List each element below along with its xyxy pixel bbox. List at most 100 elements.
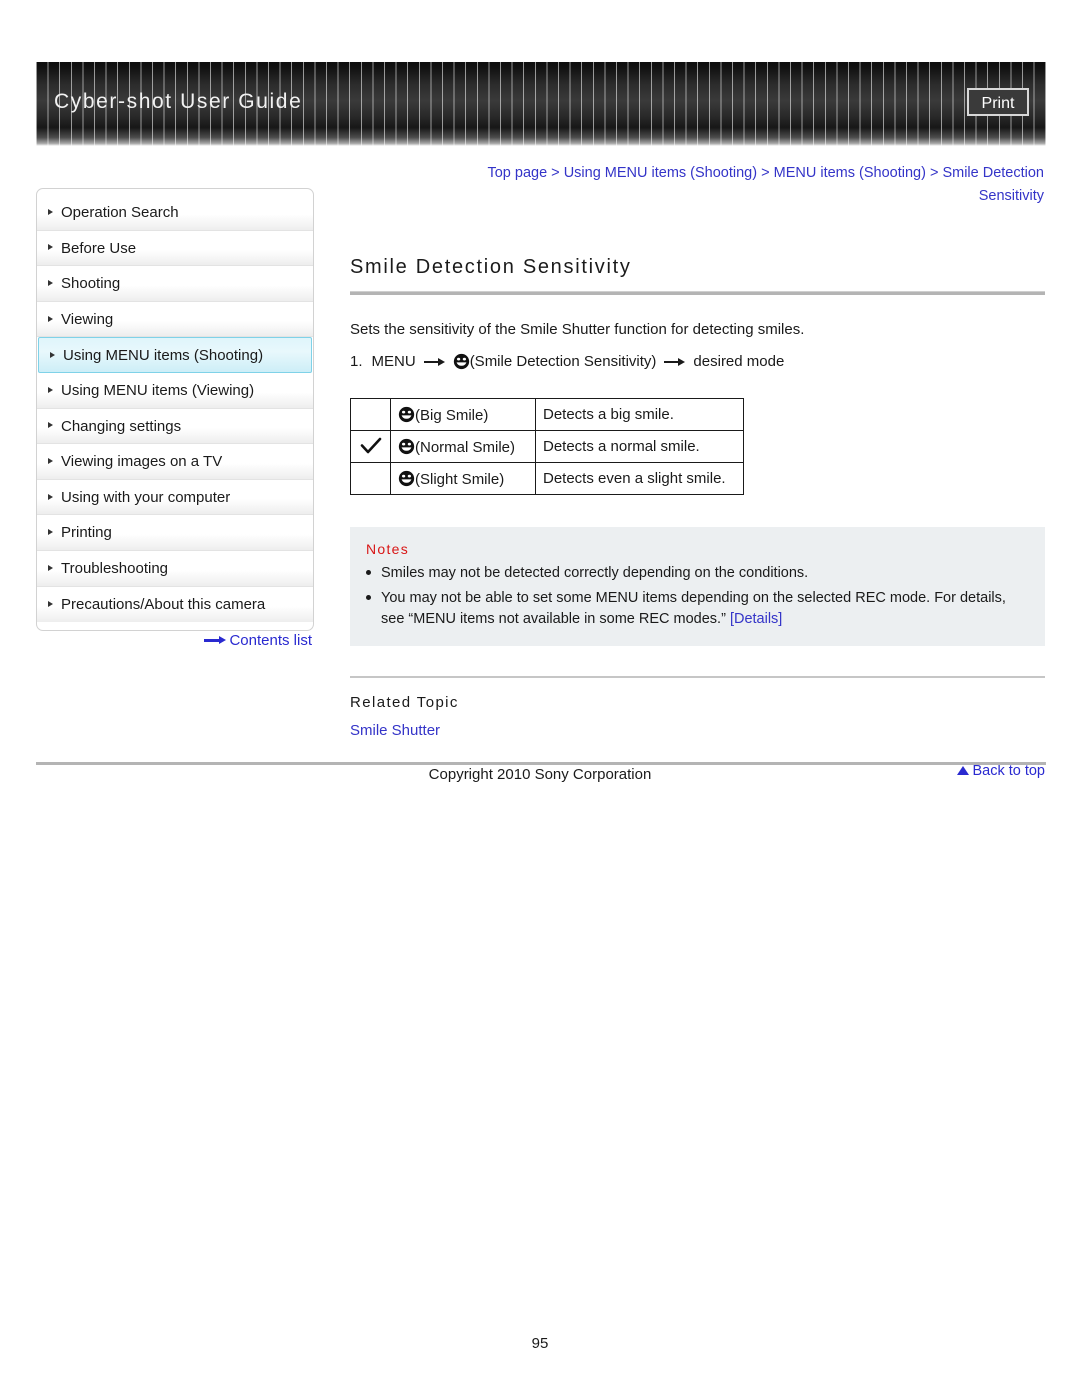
triangle-right-icon xyxy=(48,529,53,536)
table-row: (Slight Smile) Detects even a slight smil… xyxy=(350,462,744,495)
sidebar-item-label: Troubleshooting xyxy=(61,559,169,577)
sidebar-item-using-menu-items-viewing[interactable]: Using MENU items (Viewing) xyxy=(37,372,313,409)
mode-table: (Big Smile) Detects a big smile. (Normal S… xyxy=(350,398,744,495)
table-row: (Normal Smile) Detects a normal smile. xyxy=(350,430,744,463)
page-title: Smile Detection Sensitivity xyxy=(350,256,632,278)
notes-box: Notes Smiles may not be detected correct… xyxy=(350,527,1045,646)
sidebar-item-viewing[interactable]: Viewing xyxy=(37,301,313,338)
details-link[interactable]: [Details] xyxy=(730,611,782,627)
table-cell-empty xyxy=(350,398,391,431)
step-menu-label: MENU xyxy=(371,353,416,370)
title-divider xyxy=(350,291,1045,295)
breadcrumb-separator: > xyxy=(547,165,564,181)
triangle-right-icon xyxy=(48,244,53,251)
related-topic-title: Related Topic xyxy=(350,694,459,711)
site-header: Cyber-shot User Guide Print xyxy=(36,62,1046,146)
sidebar-item-label: Shooting xyxy=(61,275,121,293)
breadcrumb-item-top-page[interactable]: Top page xyxy=(487,165,547,181)
contents-list-label: Contents list xyxy=(229,632,312,649)
page-number: 95 xyxy=(531,1335,549,1352)
note-item: You may not be able to set some MENU ite… xyxy=(366,588,1029,630)
arrow-right-icon xyxy=(423,357,445,366)
triangle-right-icon xyxy=(48,564,53,571)
site-title: Cyber-shot User Guide xyxy=(54,90,303,113)
note-text-body: Smiles may not be detected correctly dep… xyxy=(381,565,809,581)
table-cell-mode-label: (Slight Smile) xyxy=(390,462,536,495)
smiley-icon xyxy=(453,353,470,370)
sidebar-item-label: Using MENU items (Shooting) xyxy=(63,347,264,365)
sidebar-item-label: Viewing xyxy=(61,310,114,328)
table-cell-description: Detects a normal smile. xyxy=(535,430,744,463)
bullet-icon xyxy=(366,588,381,630)
sidebar-item-label: Using with your computer xyxy=(61,488,231,506)
table-cell-mode-label-text: (Slight Smile) xyxy=(415,470,505,488)
triangle-right-icon xyxy=(50,351,55,358)
footer-divider xyxy=(36,762,1046,765)
print-button[interactable]: Print xyxy=(967,88,1029,116)
breadcrumb: Top page > Using MENU items (Shooting) >… xyxy=(350,162,1045,208)
sidebar-item-before-use[interactable]: Before Use xyxy=(37,230,313,267)
note-text: You may not be able to set some MENU ite… xyxy=(381,588,1029,630)
table-cell-description: Detects a big smile. xyxy=(535,398,744,431)
sidebar-item-label: Viewing images on a TV xyxy=(61,453,223,471)
sidebar-item-precautions-about-this-camera[interactable]: Precautions/About this camera xyxy=(37,586,313,623)
page-root: Cyber-shot User Guide Print Operation Se… xyxy=(0,0,1080,1397)
note-text: Smiles may not be detected correctly dep… xyxy=(381,563,1029,584)
contents-list-link[interactable]: Contents list xyxy=(36,632,314,649)
triangle-right-icon xyxy=(48,600,53,607)
sidebar-item-changing-settings[interactable]: Changing settings xyxy=(37,408,313,445)
check-icon xyxy=(360,437,382,455)
sidebar-item-shooting[interactable]: Shooting xyxy=(37,266,313,302)
related-divider xyxy=(350,676,1045,678)
triangle-right-icon xyxy=(48,279,53,286)
arrow-right-icon xyxy=(664,357,686,366)
table-cell-mode-label-text: (Normal Smile) xyxy=(415,438,516,456)
triangle-right-icon xyxy=(48,457,53,464)
sidebar-item-viewing-images-on-a-tv[interactable]: Viewing images on a TV xyxy=(37,444,313,480)
sidebar-item-label: Operation Search xyxy=(61,204,179,221)
triangle-right-icon xyxy=(48,422,53,429)
related-topic-link[interactable]: Smile Shutter xyxy=(350,722,1045,739)
sidebar-item-using-menu-items-shooting[interactable]: Using MENU items (Shooting) xyxy=(38,337,312,373)
sidebar-item-label: Precautions/About this camera xyxy=(61,595,266,613)
table-cell-mode-label-text: (Big Smile) xyxy=(415,406,489,424)
check-icon xyxy=(350,430,391,463)
intro-paragraph: Sets the sensitivity of the Smile Shutte… xyxy=(350,321,805,338)
step-instruction: 1. MENU (Smile Detection Sensitivity) de… xyxy=(350,353,1045,370)
triangle-right-icon xyxy=(48,493,53,500)
table-cell-description: Detects even a slight smile. xyxy=(535,462,744,495)
sidebar-item-operation-search[interactable]: Operation Search xyxy=(37,195,313,231)
breadcrumb-separator: > xyxy=(757,165,774,181)
sidebar-item-printing[interactable]: Printing xyxy=(37,515,313,551)
sidebar-item-troubleshooting[interactable]: Troubleshooting xyxy=(37,550,313,587)
table-cell-empty xyxy=(350,462,391,495)
breadcrumb-item-menu-items-shooting[interactable]: MENU items (Shooting) xyxy=(774,165,926,181)
triangle-right-icon xyxy=(48,386,53,393)
breadcrumb-separator: > xyxy=(925,165,943,181)
sidebar-item-label: Using MENU items (Viewing) xyxy=(61,381,255,399)
triangle-right-icon xyxy=(48,315,53,322)
note-text-body: You may not be able to set some MENU ite… xyxy=(381,590,1006,627)
table-cell-mode-label: (Normal Smile) xyxy=(390,430,536,463)
smiley-icon xyxy=(398,470,415,487)
sidebar-item-using-with-your-computer[interactable]: Using with your computer xyxy=(37,479,313,516)
sidebar-nav: Operation Search Before Use Shooting Viewin… xyxy=(36,188,314,632)
bullet-icon xyxy=(366,563,381,584)
step-number: 1. xyxy=(350,353,363,370)
notes-title: Notes xyxy=(366,541,410,557)
triangle-right-icon xyxy=(48,208,53,215)
arrow-right-icon xyxy=(204,635,227,645)
breadcrumb-item-current-wrap: Sensitivity xyxy=(978,188,1044,204)
table-row: (Big Smile) Detects a big smile. xyxy=(350,398,744,431)
copyright-text: Copyright 2010 Sony Corporation xyxy=(428,766,652,783)
smiley-icon xyxy=(398,406,415,423)
step-paren-label: (Smile Detection Sensitivity) xyxy=(469,353,657,370)
step-tail-label: desired mode xyxy=(693,353,785,370)
sidebar-item-label: Printing xyxy=(61,524,112,542)
breadcrumb-item-current: Smile Detection xyxy=(942,165,1044,181)
smiley-icon xyxy=(398,438,415,455)
main-content: Top page > Using MENU items (Shooting) >… xyxy=(350,162,1045,779)
table-cell-mode-label: (Big Smile) xyxy=(390,398,536,431)
breadcrumb-item-using-menu-items-shooting[interactable]: Using MENU items (Shooting) xyxy=(564,165,757,181)
sidebar-item-label: Before Use xyxy=(61,239,137,257)
